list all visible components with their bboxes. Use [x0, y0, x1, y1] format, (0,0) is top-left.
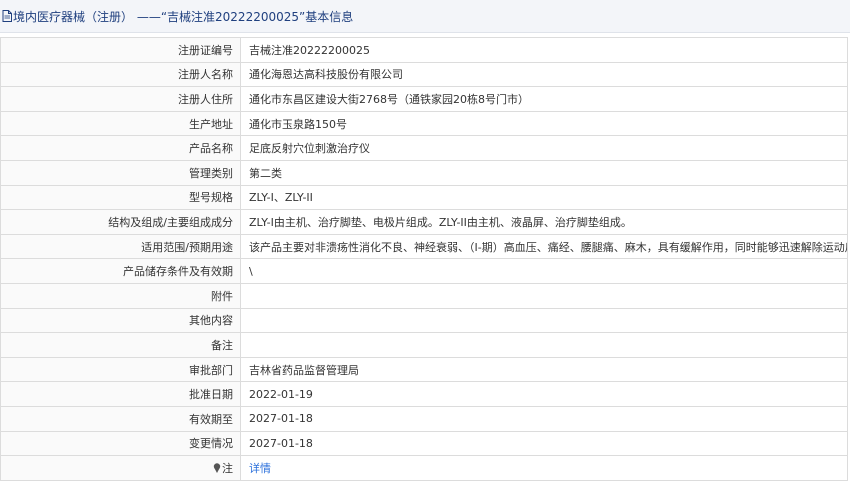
note-label-cell: 注: [0, 455, 241, 481]
row-label: 注册人名称: [0, 61, 241, 88]
document-icon: [2, 10, 12, 22]
table-row: 有效期至 2027-01-18: [0, 405, 848, 432]
row-value: 吉林省药品监督管理局: [240, 356, 848, 383]
table-row: 产品名称 足底反射穴位刺激治疗仪: [0, 135, 848, 161]
row-label: 注册证编号: [0, 37, 241, 63]
table-row: 审批部门 吉林省药品监督管理局: [0, 356, 848, 383]
table-row: 备注: [0, 332, 848, 358]
row-value: 2022-01-19: [240, 381, 848, 407]
table-row: 管理类别 第二类: [0, 159, 848, 186]
row-label: 备注: [0, 332, 241, 358]
table-row: 注册证编号 吉械注准20222200025: [0, 37, 848, 63]
row-label: 适用范围/预期用途: [0, 233, 241, 260]
row-value: \: [240, 258, 848, 284]
details-link[interactable]: 详情: [249, 462, 271, 475]
row-value: 吉械注准20222200025: [240, 37, 848, 63]
table-row: 其他内容: [0, 307, 848, 334]
row-value: 通化市东昌区建设大街2768号（通铁家园20栋8号门市）: [240, 86, 848, 112]
row-label: 注册人住所: [0, 86, 241, 112]
row-label: 管理类别: [0, 159, 241, 186]
table-row: 产品储存条件及有效期 \: [0, 258, 848, 284]
page-title: 境内医疗器械（注册） ——“吉械注准20222200025”基本信息: [13, 9, 354, 24]
row-label: 产品名称: [0, 135, 241, 161]
table-row: 注册人住所 通化市东昌区建设大街2768号（通铁家园20栋8号门市）: [0, 86, 848, 112]
row-value: 该产品主要对非溃疡性消化不良、神经衰弱、（I-期）高血压、痛经、腰腿痛、麻木，具…: [240, 233, 848, 260]
table-row: 批准日期 2022-01-19: [0, 381, 848, 407]
row-value: 通化海恩达高科技股份有限公司: [240, 61, 848, 88]
info-table: 注册证编号 吉械注准20222200025 注册人名称 通化海恩达高科技股份有限公司注…: [0, 37, 848, 481]
row-label: 其他内容: [0, 307, 241, 334]
row-value: ZLY-I、ZLY-II: [240, 184, 848, 211]
row-value: [240, 332, 848, 358]
row-label: 结构及组成/主要组成成分: [0, 209, 241, 235]
row-label: 批准日期: [0, 381, 241, 407]
row-label: 审批部门: [0, 356, 241, 383]
row-label: 生产地址: [0, 110, 241, 137]
row-label: 附件: [0, 282, 241, 309]
row-label: 产品储存条件及有效期: [0, 258, 241, 284]
table-row: 适用范围/预期用途 该产品主要对非溃疡性消化不良、神经衰弱、（I-期）高血压、痛经…: [0, 233, 848, 260]
row-label: 型号规格: [0, 184, 241, 211]
row-value: 足底反射穴位刺激治疗仪: [240, 135, 848, 161]
row-label: 有效期至: [0, 405, 241, 432]
row-value: 通化市玉泉路150号: [240, 110, 848, 137]
note-row: 注 详情: [0, 455, 848, 481]
row-value: [240, 282, 848, 309]
pin-icon: [213, 463, 221, 473]
row-value: [240, 307, 848, 334]
page-header: 境内医疗器械（注册） ——“吉械注准20222200025”基本信息: [0, 0, 850, 33]
note-value-cell: 详情: [240, 455, 848, 481]
row-value: ZLY-I由主机、治疗脚垫、电极片组成。ZLY-II由主机、液晶屏、治疗脚垫组成…: [240, 209, 848, 235]
note-label: 注: [222, 461, 233, 475]
table-row: 生产地址 通化市玉泉路150号: [0, 110, 848, 137]
row-value: 2027-01-18: [240, 405, 848, 432]
row-label: 变更情况: [0, 430, 241, 457]
row-value: 第二类: [240, 159, 848, 186]
table-row: 注册人名称 通化海恩达高科技股份有限公司: [0, 61, 848, 88]
table-row: 型号规格 ZLY-I、ZLY-II: [0, 184, 848, 211]
table-row: 变更情况 2027-01-18: [0, 430, 848, 457]
table-row: 附件: [0, 282, 848, 309]
table-row: 结构及组成/主要组成成分 ZLY-I由主机、治疗脚垫、电极片组成。ZLY-II由主…: [0, 209, 848, 235]
row-value: 2027-01-18: [240, 430, 848, 457]
